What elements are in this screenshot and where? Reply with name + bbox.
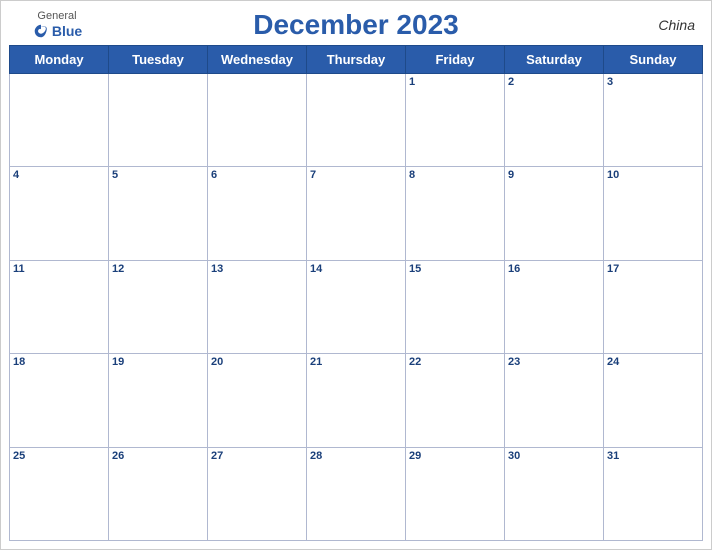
calendar-day-cell: 28 <box>307 447 406 540</box>
header-wednesday: Wednesday <box>208 46 307 74</box>
day-number: 4 <box>13 169 19 181</box>
header-friday: Friday <box>406 46 505 74</box>
day-number: 2 <box>508 76 514 88</box>
day-number: 1 <box>409 76 415 88</box>
day-number: 30 <box>508 450 520 462</box>
calendar-day-cell <box>208 74 307 167</box>
calendar-day-cell: 12 <box>109 260 208 353</box>
calendar-week-row: 25 26 27 28 29 30 31 <box>10 447 703 540</box>
calendar-day-cell: 27 <box>208 447 307 540</box>
calendar-day-cell: 7 <box>307 167 406 260</box>
calendar-day-cell: 4 <box>10 167 109 260</box>
day-number: 23 <box>508 356 520 368</box>
header-tuesday: Tuesday <box>109 46 208 74</box>
day-number: 5 <box>112 169 118 181</box>
calendar-day-cell <box>307 74 406 167</box>
logo: General Blue <box>17 10 97 40</box>
day-number: 22 <box>409 356 421 368</box>
calendar-day-cell: 3 <box>604 74 703 167</box>
calendar-day-cell: 14 <box>307 260 406 353</box>
calendar-day-cell: 30 <box>505 447 604 540</box>
day-number: 27 <box>211 450 223 462</box>
day-number: 21 <box>310 356 322 368</box>
calendar-day-cell: 29 <box>406 447 505 540</box>
day-number: 6 <box>211 169 217 181</box>
day-number: 24 <box>607 356 619 368</box>
header-saturday: Saturday <box>505 46 604 74</box>
day-number: 10 <box>607 169 619 181</box>
day-number: 31 <box>607 450 619 462</box>
country-name: China <box>615 17 695 33</box>
calendar-day-cell: 17 <box>604 260 703 353</box>
day-number: 16 <box>508 263 520 275</box>
day-number: 12 <box>112 263 124 275</box>
calendar-grid-container: Monday Tuesday Wednesday Thursday Friday… <box>1 45 711 549</box>
calendar-day-cell: 13 <box>208 260 307 353</box>
page-header: General Blue December 2023 China <box>1 1 711 45</box>
day-number: 18 <box>13 356 25 368</box>
calendar-day-cell: 21 <box>307 354 406 447</box>
logo-blue: Blue <box>32 22 82 40</box>
calendar-day-cell: 6 <box>208 167 307 260</box>
calendar-week-row: 4 5 6 7 8 9 10 <box>10 167 703 260</box>
month-year-heading: December 2023 <box>97 9 615 41</box>
calendar-week-row: 18 19 20 21 22 23 24 <box>10 354 703 447</box>
day-number: 3 <box>607 76 613 88</box>
calendar-table: Monday Tuesday Wednesday Thursday Friday… <box>9 45 703 541</box>
day-number: 26 <box>112 450 124 462</box>
calendar-day-cell: 19 <box>109 354 208 447</box>
calendar-title: December 2023 <box>97 9 615 41</box>
day-number: 19 <box>112 356 124 368</box>
calendar-day-cell: 8 <box>406 167 505 260</box>
header-thursday: Thursday <box>307 46 406 74</box>
calendar-day-cell: 23 <box>505 354 604 447</box>
logo-general: General <box>37 10 76 22</box>
bird-icon <box>32 22 50 40</box>
calendar-day-cell: 20 <box>208 354 307 447</box>
header-sunday: Sunday <box>604 46 703 74</box>
calendar-day-cell <box>10 74 109 167</box>
day-number: 11 <box>13 263 25 275</box>
calendar-day-cell: 31 <box>604 447 703 540</box>
day-number: 28 <box>310 450 322 462</box>
day-number: 20 <box>211 356 223 368</box>
weekday-header-row: Monday Tuesday Wednesday Thursday Friday… <box>10 46 703 74</box>
calendar-day-cell: 26 <box>109 447 208 540</box>
calendar-page: General Blue December 2023 China Monday … <box>0 0 712 550</box>
calendar-day-cell: 5 <box>109 167 208 260</box>
calendar-week-row: 11 12 13 14 15 16 17 <box>10 260 703 353</box>
day-number: 25 <box>13 450 25 462</box>
day-number: 13 <box>211 263 223 275</box>
calendar-week-row: 1 2 3 <box>10 74 703 167</box>
calendar-day-cell: 10 <box>604 167 703 260</box>
day-number: 15 <box>409 263 421 275</box>
calendar-day-cell: 18 <box>10 354 109 447</box>
calendar-day-cell: 25 <box>10 447 109 540</box>
day-number: 9 <box>508 169 514 181</box>
calendar-day-cell: 11 <box>10 260 109 353</box>
day-number: 14 <box>310 263 322 275</box>
day-number: 7 <box>310 169 316 181</box>
calendar-day-cell: 15 <box>406 260 505 353</box>
calendar-day-cell: 24 <box>604 354 703 447</box>
header-monday: Monday <box>10 46 109 74</box>
calendar-day-cell: 9 <box>505 167 604 260</box>
calendar-day-cell: 16 <box>505 260 604 353</box>
calendar-day-cell: 2 <box>505 74 604 167</box>
day-number: 29 <box>409 450 421 462</box>
calendar-day-cell: 22 <box>406 354 505 447</box>
calendar-day-cell: 1 <box>406 74 505 167</box>
calendar-day-cell <box>109 74 208 167</box>
day-number: 17 <box>607 263 619 275</box>
day-number: 8 <box>409 169 415 181</box>
